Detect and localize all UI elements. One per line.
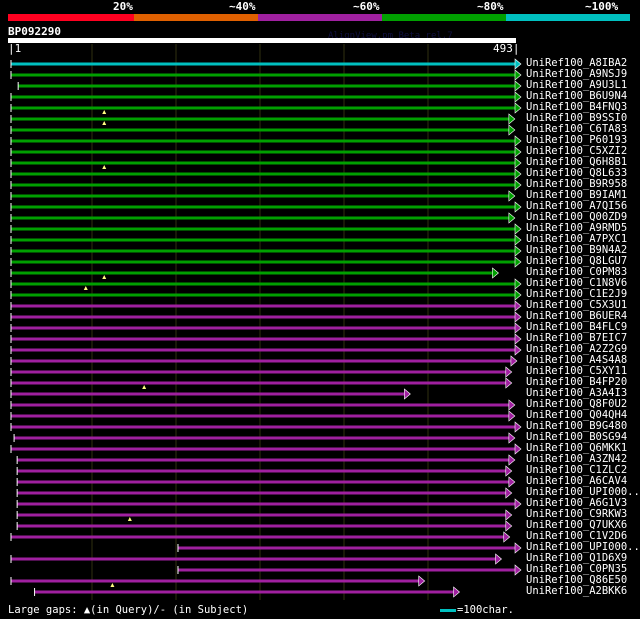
hit-end-arrow <box>508 476 516 488</box>
hit-end-arrow <box>418 575 426 587</box>
hit-end-arrow <box>514 421 522 433</box>
hit-end-arrow <box>453 586 461 598</box>
hit-end-arrow <box>514 289 522 301</box>
query-gap-marker <box>102 165 107 169</box>
hit-end-arrow <box>514 245 522 257</box>
query-gap-marker <box>102 110 107 114</box>
hit-end-arrow <box>514 542 522 554</box>
query-gap-marker <box>142 385 147 389</box>
hit-end-arrow <box>514 564 522 576</box>
hit-end-arrow <box>514 157 522 169</box>
hit-end-arrow <box>508 432 516 444</box>
query-gap-marker <box>127 517 132 521</box>
hit-end-arrow <box>514 223 522 235</box>
hit-end-arrow <box>514 311 522 323</box>
hit-end-arrow <box>505 465 513 477</box>
hit-end-arrow <box>508 190 516 202</box>
hit-end-arrow <box>514 322 522 334</box>
hit-end-arrow <box>514 168 522 180</box>
hit-end-arrow <box>514 344 522 356</box>
hit-end-arrow <box>514 102 522 114</box>
legend-scale-bar <box>440 609 456 612</box>
hit-end-arrow <box>514 91 522 103</box>
hit-label[interactable]: UniRef100_A2BKK6 <box>526 586 627 597</box>
hit-end-arrow <box>514 498 522 510</box>
query-gap-marker <box>102 121 107 125</box>
hit-end-arrow <box>514 443 522 455</box>
hit-end-arrow <box>508 399 516 411</box>
query-gap-marker <box>102 275 107 279</box>
hit-end-arrow <box>404 388 411 400</box>
hit-end-arrow <box>514 300 522 312</box>
query-gap-marker <box>110 583 115 587</box>
hit-end-arrow <box>514 256 522 268</box>
hit-end-arrow <box>514 179 522 191</box>
hit-end-arrow <box>503 531 511 543</box>
hit-end-arrow <box>508 124 516 136</box>
hit-end-arrow <box>508 454 516 466</box>
hit-end-arrow <box>514 333 522 345</box>
hit-end-arrow <box>495 553 503 565</box>
hit-end-arrow <box>514 69 522 81</box>
hit-end-arrow <box>514 80 522 92</box>
hit-end-arrow <box>514 278 522 290</box>
hit-end-arrow <box>505 509 513 521</box>
hit-end-arrow <box>514 234 522 246</box>
query-gap-marker <box>83 286 88 290</box>
hit-end-arrow <box>514 146 522 158</box>
hit-end-arrow <box>508 212 516 224</box>
hit-end-arrow <box>514 58 522 70</box>
hit-end-arrow <box>505 487 513 499</box>
hit-end-arrow <box>505 520 513 532</box>
hit-end-arrow <box>505 377 513 389</box>
hit-end-arrow <box>508 410 516 422</box>
hit-end-arrow <box>514 201 522 213</box>
hit-end-arrow <box>514 135 522 147</box>
hit-end-arrow <box>505 366 513 378</box>
hit-end-arrow <box>510 355 518 367</box>
gap-legend: Large gaps: ▲(in Query)/- (in Subject) <box>8 604 249 616</box>
legend-scale-text: =100char. <box>457 604 514 616</box>
hit-end-arrow <box>508 113 516 125</box>
hit-end-arrow <box>492 267 499 279</box>
